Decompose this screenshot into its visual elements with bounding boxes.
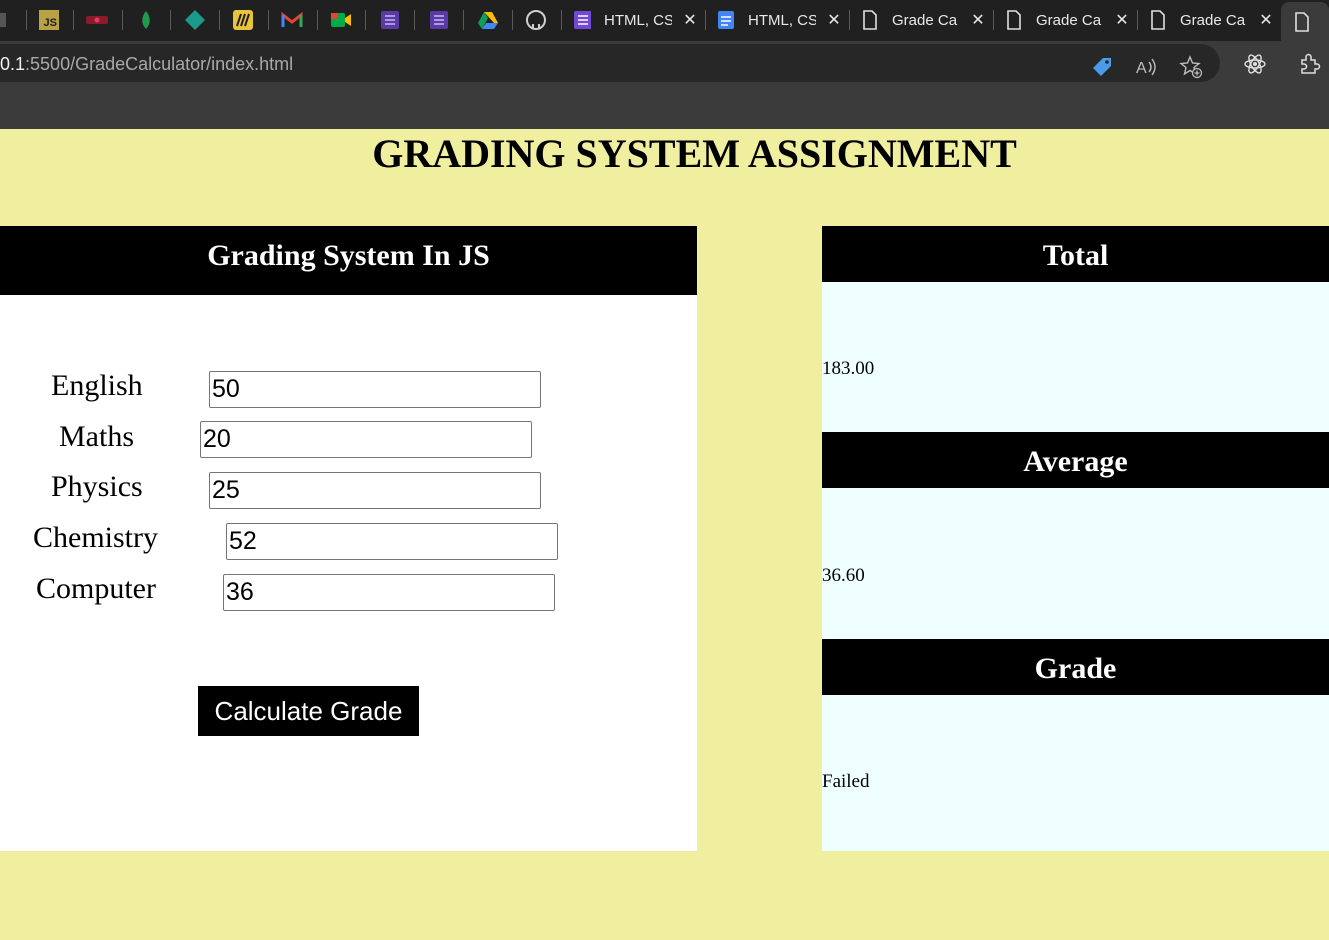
extensions-icon[interactable] [1298, 52, 1322, 76]
calculate-grade-button[interactable]: Calculate Grade [198, 686, 419, 736]
close-icon[interactable]: ✕ [825, 11, 843, 29]
forms-icon [573, 11, 591, 29]
chemistry-input[interactable] [226, 523, 558, 560]
form-header: Grading System In JS [0, 226, 697, 295]
browser-tab[interactable]: Grade Ca ✕ [993, 4, 1137, 36]
browser-tab-active[interactable] [1281, 2, 1329, 41]
browser-tab[interactable]: HTML, CS ✕ [705, 4, 849, 36]
browser-tab[interactable]: HTML, CS ✕ [561, 4, 705, 36]
tab-separator [73, 10, 74, 30]
svg-text:A: A [1136, 60, 1147, 77]
price-tag-icon[interactable] [1090, 55, 1114, 79]
pinned-tab[interactable] [132, 6, 160, 34]
page-icon [1005, 10, 1023, 30]
total-header: Total [822, 226, 1329, 282]
pinned-tab[interactable] [425, 6, 453, 34]
tab-title: HTML, CS [604, 11, 672, 29]
tab-separator [170, 10, 171, 30]
pinned-tab[interactable] [229, 6, 257, 34]
tab-title: Grade Ca [892, 11, 958, 29]
tab-title: Grade Ca [1180, 11, 1246, 29]
browser-tab[interactable]: Grade Ca ✕ [849, 4, 993, 36]
tab-separator [463, 10, 464, 30]
url-text: 0.1:5500/GradeCalculator/index.html [0, 54, 294, 74]
browser-toolbar-strip [0, 85, 1329, 129]
pinned-tab[interactable] [376, 6, 404, 34]
pinned-tab[interactable] [522, 6, 550, 34]
app-icon [86, 16, 108, 24]
pinned-tab[interactable] [0, 6, 14, 34]
read-aloud-icon[interactable]: A [1135, 55, 1159, 79]
browser-tab-bar: JS HTML, CS ✕ HTML, CS ✕ Grade Ca ✕ Grad… [0, 0, 1329, 41]
total-value: 183.00 [822, 358, 875, 379]
close-icon[interactable]: ✕ [1113, 11, 1131, 29]
tab-title: HTML, CS [748, 11, 816, 29]
page-icon [0, 13, 6, 27]
mongodb-leaf-icon [142, 11, 150, 29]
tab-separator [26, 10, 27, 30]
gmail-icon [281, 11, 303, 27]
react-devtools-icon[interactable] [1243, 52, 1267, 76]
total-panel: 183.00 [822, 282, 1329, 432]
close-icon[interactable]: ✕ [681, 11, 699, 29]
page-title: GRADING SYSTEM ASSIGNMENT [372, 131, 1017, 176]
grade-panel: Failed [822, 695, 1329, 851]
pinned-tab[interactable] [83, 6, 111, 34]
drive-icon [478, 12, 498, 29]
physics-input[interactable] [209, 472, 541, 509]
english-label: English [51, 369, 143, 402]
docs-icon [717, 11, 735, 29]
tab-separator [317, 10, 318, 30]
maths-input[interactable] [200, 421, 532, 458]
maths-label: Maths [59, 420, 134, 453]
computer-input[interactable] [223, 574, 555, 611]
average-header: Average [822, 432, 1329, 488]
chemistry-label: Chemistry [33, 521, 158, 554]
tab-separator [122, 10, 123, 30]
grade-value: Failed [822, 771, 870, 792]
pinned-tab[interactable] [278, 6, 306, 34]
close-icon[interactable]: ✕ [1257, 11, 1275, 29]
forms-icon [381, 11, 399, 29]
miro-icon [233, 10, 253, 30]
browser-tab[interactable]: Grade Ca ✕ [1137, 4, 1281, 36]
tab-separator [512, 10, 513, 30]
physics-label: Physics [51, 470, 143, 503]
forms-icon [430, 11, 448, 29]
meet-icon [331, 13, 351, 27]
pinned-tab[interactable] [474, 6, 502, 34]
average-panel: 36.60 [822, 488, 1329, 639]
diamond-icon [185, 10, 205, 30]
pinned-tab[interactable] [181, 6, 209, 34]
github-icon [526, 10, 546, 30]
js-icon: JS [39, 10, 59, 30]
pinned-tab-js[interactable]: JS [35, 6, 63, 34]
grading-form-panel: Grading System In JS English Maths Physi… [0, 226, 697, 851]
page-icon [1149, 10, 1167, 30]
close-icon[interactable]: ✕ [969, 11, 987, 29]
page-icon [861, 10, 879, 30]
english-input[interactable] [209, 371, 541, 408]
grade-header: Grade [822, 639, 1329, 695]
tab-separator [268, 10, 269, 30]
pinned-tab[interactable] [327, 6, 355, 34]
tab-separator [414, 10, 415, 30]
computer-label: Computer [36, 572, 156, 605]
add-favorite-icon[interactable] [1179, 55, 1203, 79]
page-icon [1293, 11, 1311, 32]
tab-title: Grade Ca [1036, 11, 1102, 29]
tab-separator [365, 10, 366, 30]
address-bar[interactable]: 0.1:5500/GradeCalculator/index.html A [0, 44, 1220, 82]
average-value: 36.60 [822, 565, 865, 586]
tab-separator [219, 10, 220, 30]
address-bar-row: 0.1:5500/GradeCalculator/index.html A [0, 41, 1329, 85]
